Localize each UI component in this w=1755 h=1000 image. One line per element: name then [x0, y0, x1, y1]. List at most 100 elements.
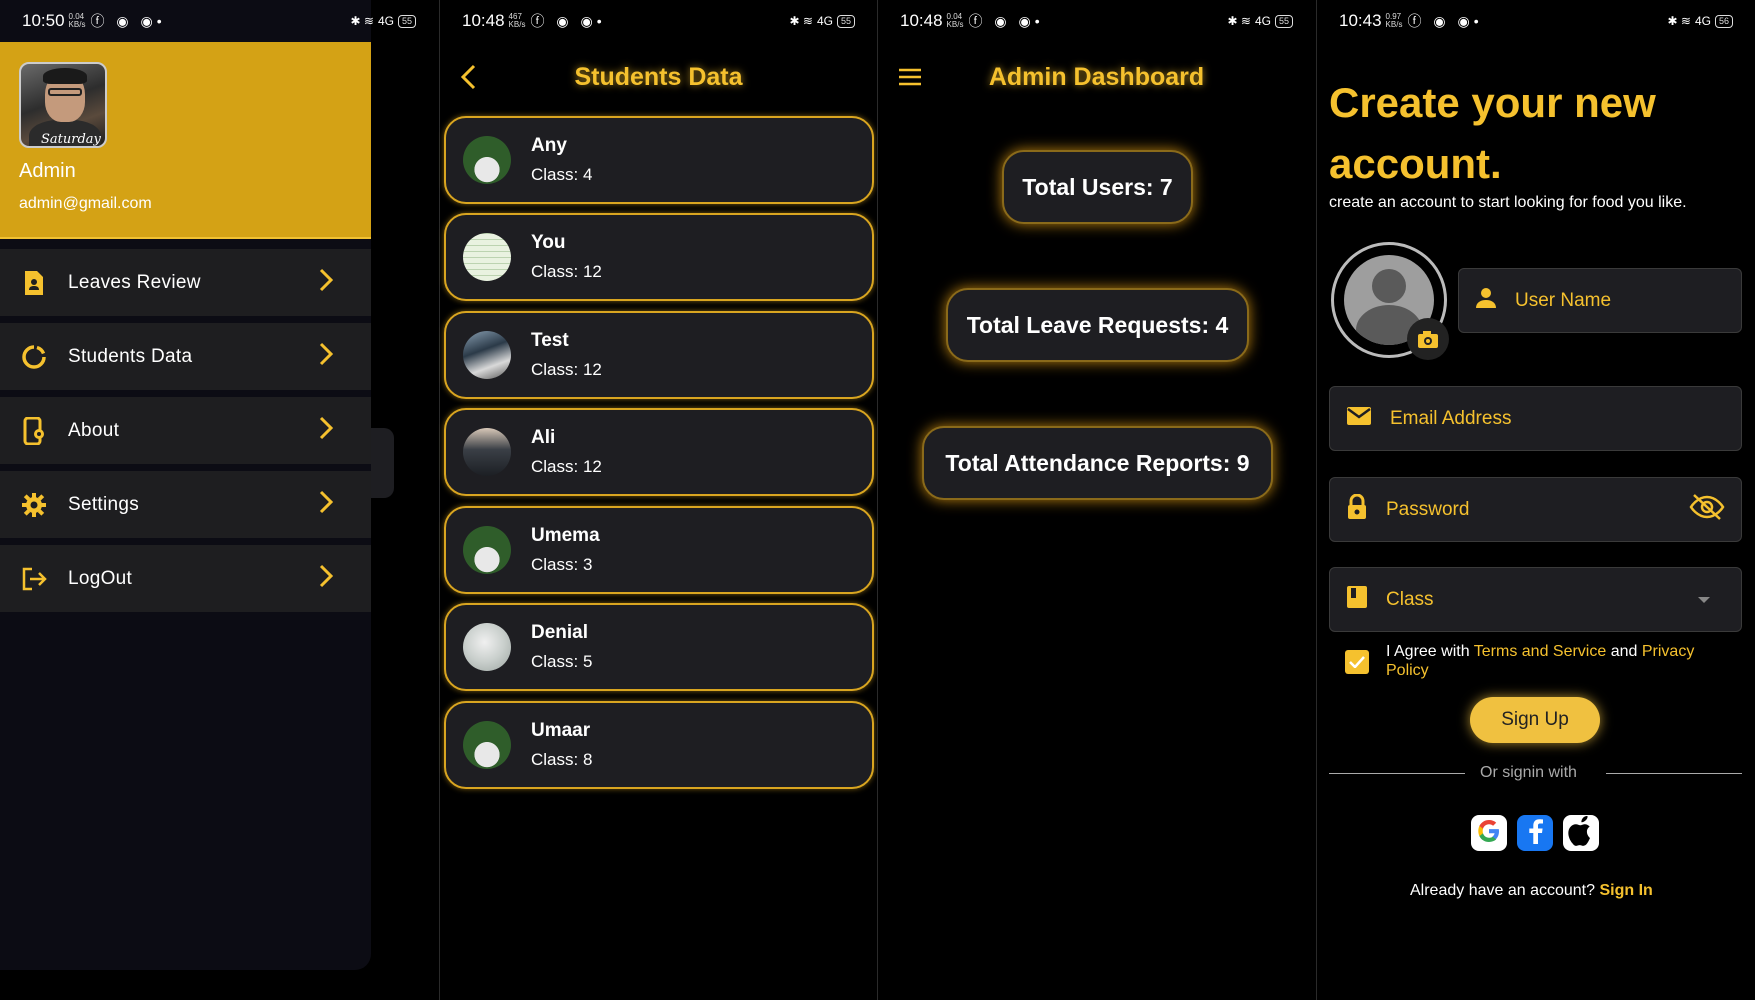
notification-icons: ⓕ ◉ ◉•: [968, 13, 1044, 29]
agree-text: I Agree with Terms and Service and Priva…: [1386, 642, 1716, 680]
student-name: Umema: [531, 525, 600, 546]
password-placeholder: Password: [1386, 498, 1470, 520]
student-card[interactable]: Ali Class: 12: [444, 408, 874, 496]
profile-email: admin@gmail.com: [19, 195, 152, 212]
terms-link[interactable]: Terms and Service: [1474, 643, 1607, 660]
mail-icon: [1346, 406, 1372, 431]
student-card[interactable]: You Class: 12: [444, 213, 874, 301]
dropdown-arrow-icon: [1697, 591, 1711, 609]
google-icon: [1475, 817, 1503, 850]
student-class: Class: 12: [531, 262, 602, 281]
apple-icon: [1567, 815, 1595, 851]
navigation-drawer: Saturday Admin admin@gmail.com Leaves Re…: [0, 0, 371, 970]
menu-label: Students Data: [68, 345, 193, 367]
avatar-caption: Saturday: [41, 132, 101, 147]
facebook-icon: [1525, 817, 1545, 850]
menu-item-students-data[interactable]: Students Data: [0, 323, 371, 390]
student-card[interactable]: Any Class: 4: [444, 116, 874, 204]
student-card[interactable]: Umema Class: 3: [444, 506, 874, 594]
status-bar: 10:43 0.97 KB/s ⓕ ◉ ◉• ✱ ≋ 4G 56: [1317, 0, 1755, 42]
back-arrow-icon[interactable]: [460, 64, 476, 95]
drawer-screen: Saturday Admin admin@gmail.com Leaves Re…: [0, 0, 438, 1000]
student-avatar: [463, 428, 511, 476]
status-time: 10:43: [1339, 11, 1382, 30]
profile-name: Admin: [19, 160, 76, 182]
sign-in-link[interactable]: Sign In: [1599, 882, 1652, 899]
system-icons: ✱ ≋ 4G 55: [351, 14, 416, 28]
class-placeholder: Class: [1386, 588, 1434, 610]
chevron-right-icon: [319, 268, 334, 297]
hamburger-menu-icon[interactable]: [898, 68, 922, 91]
menu-label: About: [68, 419, 120, 441]
student-name: Test: [531, 330, 569, 351]
total-attendance-reports-card[interactable]: Total Attendance Reports: 9: [922, 426, 1273, 500]
system-icons: ✱ ≋ 4G 55: [790, 14, 855, 28]
student-avatar: [463, 623, 511, 671]
sign-up-button[interactable]: Sign Up: [1470, 697, 1600, 743]
network-speed: 0.04 KB/s: [946, 12, 964, 29]
student-avatar: [463, 721, 511, 769]
total-attendance-reports-text: Total Attendance Reports: 9: [945, 449, 1250, 476]
menu-item-leaves-review[interactable]: Leaves Review: [0, 249, 371, 316]
menu-label: LogOut: [68, 567, 133, 589]
facebook-signin-button[interactable]: [1517, 815, 1553, 851]
create-account-title: Create your new account.: [1329, 79, 1656, 187]
total-leave-requests-text: Total Leave Requests: 4: [966, 311, 1229, 338]
student-avatar: [463, 331, 511, 379]
student-class: Class: 4: [531, 165, 593, 184]
student-card[interactable]: Test Class: 12: [444, 311, 874, 399]
student-avatar: [463, 233, 511, 281]
loading-circle-icon: [20, 343, 48, 371]
student-class: Class: 12: [531, 457, 602, 476]
agree-and: and: [1606, 643, 1642, 660]
system-icons: ✱ ≋ 4G 56: [1668, 14, 1733, 28]
menu-label: Leaves Review: [68, 271, 201, 293]
logout-icon: [20, 565, 48, 593]
apple-signin-button[interactable]: [1563, 815, 1599, 851]
username-field[interactable]: User Name: [1458, 268, 1742, 333]
visibility-off-icon[interactable]: [1689, 493, 1725, 526]
phone-settings-icon: [20, 416, 48, 445]
student-name: You: [531, 232, 566, 253]
notification-icons: ⓕ ◉ ◉•: [90, 13, 166, 29]
menu-item-logout[interactable]: LogOut: [0, 545, 371, 612]
google-signin-button[interactable]: [1471, 815, 1507, 851]
email-placeholder: Email Address: [1390, 407, 1512, 429]
student-card[interactable]: Denial Class: 5: [444, 603, 874, 691]
book-icon: [1346, 585, 1368, 614]
student-class: Class: 8: [531, 750, 593, 769]
lock-icon: [1346, 493, 1368, 525]
email-field[interactable]: Email Address: [1329, 386, 1742, 451]
drawer-header: Saturday Admin admin@gmail.com: [0, 42, 371, 239]
page-title: Admin Dashboard: [988, 62, 1205, 91]
total-users-card[interactable]: Total Users: 7: [1002, 150, 1193, 224]
sign-up-label: Sign Up: [1501, 709, 1569, 730]
status-bar: 10:50 0.04 KB/s ⓕ ◉ ◉• ✱ ≋ 4G 55: [0, 0, 438, 42]
chevron-right-icon: [319, 342, 334, 371]
admin-avatar[interactable]: Saturday: [19, 62, 107, 148]
already-text: Already have an account?: [1410, 882, 1600, 899]
class-dropdown[interactable]: Class: [1329, 567, 1742, 632]
agree-checkbox[interactable]: [1345, 650, 1369, 674]
student-card[interactable]: Umaar Class: 8: [444, 701, 874, 789]
menu-item-settings[interactable]: Settings: [0, 471, 371, 538]
status-bar: 10:48 0.04 KB/s ⓕ ◉ ◉• ✱ ≋ 4G 55: [878, 0, 1315, 42]
chevron-right-icon: [319, 564, 334, 593]
network-speed: 467 KB/s: [508, 12, 526, 29]
notification-icons: ⓕ ◉ ◉•: [1407, 13, 1483, 29]
app-bar: Students Data: [440, 52, 877, 102]
create-account-subtitle: create an account to start looking for f…: [1329, 194, 1687, 211]
student-name: Any: [531, 135, 567, 156]
total-users-text: Total Users: 7: [1022, 173, 1173, 200]
password-field[interactable]: Password: [1329, 477, 1742, 542]
divider: [1329, 773, 1465, 774]
status-time: 10:48: [900, 11, 943, 30]
menu-item-about[interactable]: About: [0, 397, 371, 464]
page-title: Students Data: [574, 62, 743, 91]
add-photo-camera-icon[interactable]: [1407, 318, 1449, 360]
signal-label: 4G: [1694, 14, 1711, 28]
total-leave-requests-card[interactable]: Total Leave Requests: 4: [946, 288, 1249, 362]
network-speed: 0.97 KB/s: [1385, 12, 1403, 29]
status-time: 10:48: [462, 11, 505, 30]
signal-label: 4G: [377, 14, 394, 28]
